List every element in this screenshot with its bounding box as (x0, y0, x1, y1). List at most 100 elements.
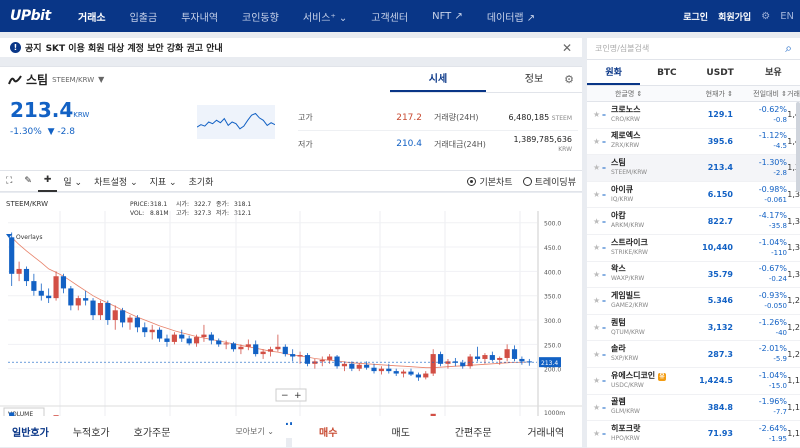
market-row[interactable]: ★ – 아캄 ARKM/KRW 822.7 -4.17% -35.8 1,3 (587, 208, 800, 235)
amount-label: 거래대금(24H) (434, 139, 486, 149)
candle-body (105, 303, 111, 321)
chart-settings-menu[interactable]: 차트설정 ⌄ (88, 175, 144, 188)
col-name[interactable]: 한글명 ⇕ (587, 89, 687, 99)
star-icon[interactable]: ★ (587, 350, 600, 359)
coin-price: 3,132 (707, 323, 733, 333)
view-more-select[interactable]: 모아보기 ⌄ (223, 426, 286, 437)
star-icon[interactable]: ★ (587, 323, 600, 332)
crosshair-icon[interactable]: ✚ (37, 170, 58, 192)
chevron-down-icon[interactable]: ▼ (98, 75, 104, 84)
notice-banner[interactable]: ! 공지 SKT 이용 회원 대상 계정 보안 강화 권고 안내 ✕ (0, 38, 582, 57)
coin-cell: 게임빌드 GAME2/KRW (611, 291, 687, 311)
upbit-logo[interactable]: UPbit (0, 8, 66, 24)
last-price-label: 213.4 (541, 360, 558, 367)
nav-item[interactable]: 입출금 (118, 9, 170, 24)
gear-icon[interactable]: ⚙ (564, 73, 574, 86)
coin-korean-name: 퀀텀 (611, 317, 626, 327)
interval-select[interactable]: 일 ⌄ (57, 175, 88, 188)
market-row[interactable]: ★ – 퀀텀 QTUM/KRW 3,132 -1.26% -40 1,2 (587, 315, 800, 342)
market-row[interactable]: ★ – 스트라이크 STRIKE/KRW 10,440 -1.04% -110 1,3 (587, 235, 800, 262)
fullscreen-icon[interactable]: ⛶ (0, 176, 18, 186)
nav-item[interactable]: 고객센터 (359, 9, 420, 24)
candle-body (171, 334, 177, 342)
coin-summary: 스팀 STEEM/KRW ▼ 시세 정보 ⚙ 213.4KRW -1.30% ▼… (0, 66, 582, 177)
nav-item[interactable]: NFT ↗ (420, 11, 475, 22)
coin-price: 35.79 (707, 269, 733, 279)
signup-link[interactable]: 회원가입 (718, 10, 751, 23)
market-row[interactable]: ★ – 아이큐 IQ/KRW 6.150 -0.98% -0.061 1,3 (587, 182, 800, 209)
tab-quote[interactable]: 시세 (390, 67, 486, 92)
indicators-menu[interactable]: 지표 ⌄ (144, 175, 183, 188)
tab-holdings[interactable]: 보유 (747, 60, 800, 85)
coin-price: 395.6 (707, 136, 733, 146)
tab-buy[interactable]: 매수 (292, 424, 365, 439)
nav-item[interactable]: 투자내역 (169, 9, 230, 24)
trend-icon: – (602, 349, 606, 359)
login-link[interactable]: 로그인 (683, 10, 708, 23)
star-icon[interactable]: ★ (587, 403, 600, 412)
market-row[interactable]: ★ – 유에스디코인 유 USDC/KRW 1,424.5 -1.04% -15.0 1,1 (587, 368, 800, 395)
coin-change: -4.17% -35.8 (758, 211, 787, 231)
pencil-icon[interactable]: ✎ (18, 176, 38, 186)
search-icon[interactable]: ⌕ (785, 41, 792, 56)
star-icon[interactable]: ★ (587, 110, 600, 119)
close-icon[interactable]: ✕ (562, 41, 572, 55)
tab-cumulative-orderbook[interactable]: 누적호가 (61, 424, 122, 439)
nav-item[interactable]: 서비스⁺ ⌄ (291, 9, 359, 24)
nav-item[interactable]: 코인동향 (230, 9, 291, 24)
tradingview-radio[interactable]: 트레이딩뷰 (522, 175, 576, 188)
tab-krw[interactable]: 원화 (587, 60, 641, 85)
language-toggle[interactable]: EN (780, 11, 794, 22)
coin-korean-name: 제로엑스 (611, 131, 641, 141)
tab-trade-history[interactable]: 거래내역 (510, 424, 583, 439)
orderbook-tabs: 일반호가 누적호가 호가주문 모아보기 ⌄ (0, 416, 286, 447)
search-input[interactable]: 코인명/심볼검색 (595, 43, 649, 54)
col-change[interactable]: 전일대비 ⇕ (733, 89, 787, 99)
reset-button[interactable]: 초기화 (183, 175, 220, 188)
badge-icon: 유 (657, 372, 666, 381)
tab-simple-order[interactable]: 간편주문 (437, 424, 510, 439)
tab-general-orderbook[interactable]: 일반호가 (0, 424, 61, 439)
coin-price: 10,440 (702, 243, 733, 253)
market-row[interactable]: ★ – 솔라 SXP/KRW 287.3 -2.01% -5.9 1,2 (587, 341, 800, 368)
tab-sell[interactable]: 매도 (365, 424, 438, 439)
coin-symbol: CRO/KRW (611, 115, 640, 123)
tab-orderbook-order[interactable]: 호가주문 (122, 424, 183, 439)
coin-cell: 스팀 STEEM/KRW (611, 158, 687, 178)
tab-btc[interactable]: BTC (640, 60, 693, 85)
market-row[interactable]: ★ – 히포크랏 HPO/KRW 71.93 -2.64% -1.95 1,1 (587, 421, 800, 448)
basic-chart-radio[interactable]: 기본차트 (467, 175, 513, 188)
star-icon[interactable]: ★ (587, 376, 600, 385)
settings-icon[interactable]: ⚙ (761, 11, 770, 22)
nav-item[interactable]: 데이터랩 ↗ (475, 9, 547, 24)
scrollbar[interactable] (796, 102, 800, 192)
star-icon[interactable]: ★ (587, 429, 600, 438)
star-icon[interactable]: ★ (587, 243, 600, 252)
col-price[interactable]: 현재가 ⇕ (687, 89, 733, 99)
coin-search[interactable]: 코인명/심볼검색 ⌕ (587, 38, 800, 60)
tab-usdt[interactable]: USDT (694, 60, 747, 85)
star-icon[interactable]: ★ (587, 163, 600, 172)
nav-item[interactable]: 거래소 (66, 9, 118, 24)
star-icon[interactable]: ★ (587, 137, 600, 146)
candle-body (482, 355, 488, 359)
market-row[interactable]: ★ – 왁스 WAXP/KRW 35.79 -0.67% -0.24 1,3 (587, 262, 800, 289)
star-icon[interactable]: ★ (587, 296, 600, 305)
market-row[interactable]: ★ – 제로엑스 ZRX/KRW 395.6 -1.12% -4.5 1,4 (587, 129, 800, 156)
star-icon[interactable]: ★ (587, 190, 600, 199)
coin-selector[interactable]: 스팀 STEEM/KRW ▼ (8, 71, 104, 88)
price-chart[interactable]: STEEM/KRW PRICE: 318.1 시가: 322.7 종가: 318.1 VOL:… (0, 193, 582, 438)
candle-body (319, 359, 325, 362)
star-icon[interactable]: ★ (587, 270, 600, 279)
market-row[interactable]: ★ – 게임빌드 GAME2/KRW 5.346 -0.93% -0.050 1,2 (587, 288, 800, 315)
market-row[interactable]: ★ – 크로노스 CRO/KRW 129.1 -0.62% -0.8 1,4 (587, 102, 800, 129)
col-volume[interactable]: 거래 (787, 89, 800, 99)
market-row[interactable]: ★ – 스팀 STEEM/KRW 213.4 -1.30% -2.8 1,3 (587, 155, 800, 182)
candle-body (334, 356, 340, 367)
market-row[interactable]: ★ – 골렘 GLM/KRW 384.8 -1.96% -7.7 1,1 (587, 395, 800, 422)
legend-text: 저가: (216, 209, 229, 217)
notice-text[interactable]: SKT 이용 회원 대상 계정 보안 강화 권고 안내 (46, 41, 223, 54)
star-icon[interactable]: ★ (587, 217, 600, 226)
zoom-in-icon: + (294, 391, 302, 401)
candlestick-svg[interactable]: STEEM/KRW PRICE: 318.1 시가: 322.7 종가: 318.1VOL:… (0, 193, 582, 438)
